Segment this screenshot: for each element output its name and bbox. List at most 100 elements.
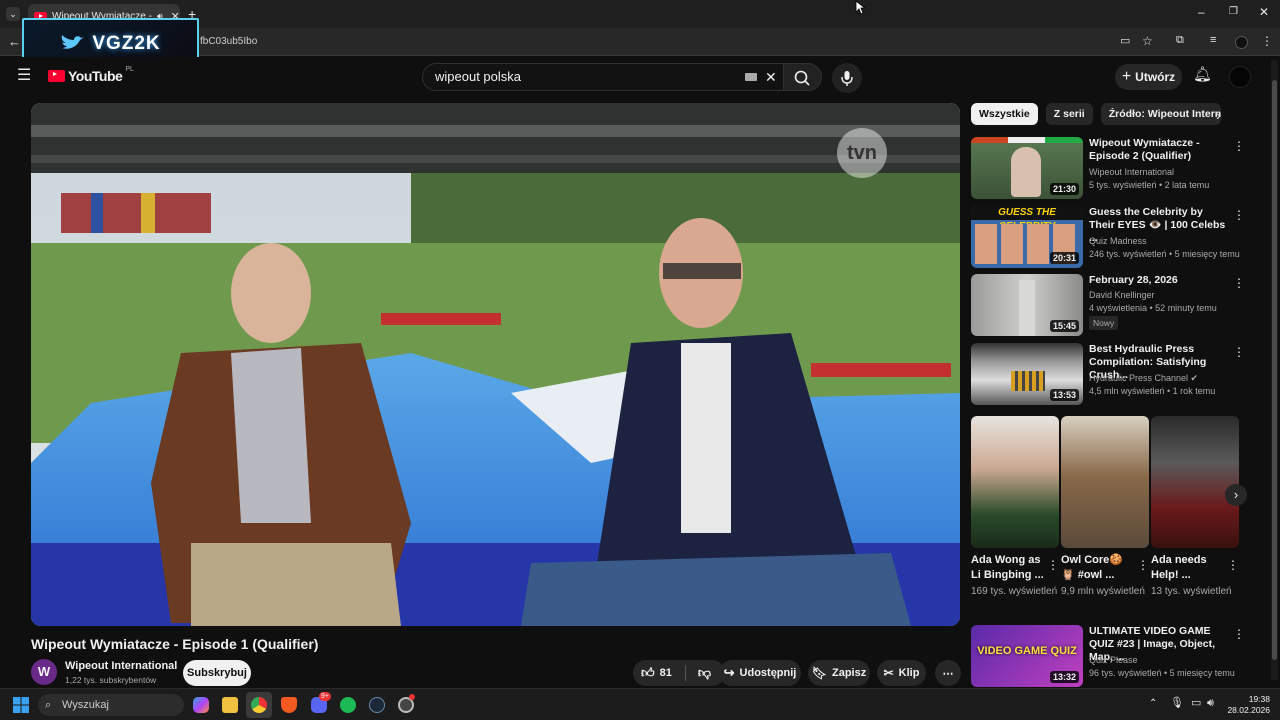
- steam-icon[interactable]: [369, 697, 385, 713]
- channel-name[interactable]: Wipeout International: [65, 660, 177, 672]
- account-avatar[interactable]: [1229, 66, 1251, 88]
- video-thumbnail[interactable]: 15:45: [971, 274, 1083, 336]
- url-text[interactable]: fbC03ub5Ibo: [200, 36, 257, 47]
- search-button[interactable]: [784, 63, 822, 91]
- youtube-logo-icon: [48, 70, 65, 82]
- more-options-icon[interactable]: ⋮: [1227, 558, 1239, 572]
- tab-search-icon[interactable]: ⌄: [6, 7, 20, 21]
- share-icon: ↪: [723, 665, 735, 680]
- save-button[interactable]: 🔖︎ Zapisz: [808, 660, 870, 686]
- channel-name[interactable]: Quiz Please: [1089, 655, 1138, 665]
- short-thumbnail[interactable]: [1061, 416, 1149, 548]
- short-item[interactable]: Ada needs Help! ... 13 tys. wyświetleń ⋮: [1151, 416, 1239, 599]
- short-title[interactable]: Owl Core🍪 🦉 #owl ...: [1061, 553, 1135, 583]
- recommendation-item[interactable]: GUESS THE CELEBRITY 20:31 Guess the Cele…: [971, 206, 1261, 268]
- video-player[interactable]: tvn: [31, 103, 960, 626]
- video-meta: 4,5 mln wyświetleń • 1 rok temu: [1089, 386, 1216, 396]
- shorts-next-icon[interactable]: ›: [1225, 484, 1247, 506]
- tray-overflow-icon[interactable]: ⌃: [1149, 699, 1157, 709]
- clock-time: 19:38: [1248, 694, 1270, 704]
- recording-indicator: [409, 694, 415, 700]
- video-thumbnail[interactable]: 21:30: [971, 137, 1083, 199]
- like-icon[interactable]: 👍︎: [641, 665, 655, 681]
- more-options-icon[interactable]: ⋮: [1233, 276, 1245, 290]
- brave-icon[interactable]: [281, 697, 297, 713]
- more-options-icon[interactable]: ⋮: [1047, 558, 1059, 572]
- more-options-icon[interactable]: ⋮: [1233, 627, 1245, 641]
- video-thumbnail[interactable]: VIDEO GAME QUIZ 13:32: [971, 625, 1083, 687]
- bookmark-star-icon[interactable]: ☆: [1142, 35, 1153, 47]
- more-options-icon[interactable]: ⋮: [1233, 139, 1245, 153]
- search-input[interactable]: wipeout polska ✕: [422, 63, 784, 91]
- discord-icon[interactable]: 9+: [311, 692, 331, 713]
- chip-from-series[interactable]: Z serii: [1045, 103, 1093, 125]
- clear-search-icon[interactable]: ✕: [765, 64, 777, 90]
- spotify-icon[interactable]: [340, 697, 356, 713]
- subscribe-button[interactable]: Subskrybuj: [183, 660, 251, 686]
- extensions-icon[interactable]: ⧉: [1176, 35, 1184, 46]
- reading-list-icon[interactable]: ≡: [1210, 35, 1216, 46]
- create-button[interactable]: + Utwórz: [1115, 64, 1182, 90]
- obs-icon[interactable]: [398, 694, 415, 713]
- windows-start-icon[interactable]: [13, 697, 29, 713]
- page-scrollbar-track[interactable]: [1271, 60, 1278, 680]
- more-options-icon[interactable]: ⋮: [1137, 558, 1149, 572]
- channel-avatar[interactable]: W: [31, 659, 57, 685]
- short-item[interactable]: Owl Core🍪 🦉 #owl ... 9,9 mln wyświetleń …: [1061, 416, 1149, 599]
- dislike-icon[interactable]: 👎︎: [698, 665, 711, 681]
- chip-all[interactable]: Wszystkie: [971, 103, 1038, 125]
- chip-from-source[interactable]: Źródło: Wipeout Internation: [1100, 103, 1221, 125]
- short-title[interactable]: Ada Wong as Li Bingbing ...: [971, 553, 1045, 583]
- profile-avatar[interactable]: [1235, 36, 1248, 49]
- video-title: Wipeout Wymiatacze - Episode 1 (Qualifie…: [31, 636, 319, 652]
- restore-icon[interactable]: ❐: [1229, 7, 1238, 17]
- recommendation-item[interactable]: 21:30 Wipeout Wymiatacze - Episode 2 (Qu…: [971, 137, 1261, 199]
- more-options-icon[interactable]: ⋮: [1233, 345, 1245, 359]
- file-explorer-icon[interactable]: [222, 697, 238, 713]
- youtube-logo[interactable]: YouTube PL: [48, 66, 134, 84]
- short-thumbnail[interactable]: [1151, 416, 1239, 548]
- guide-menu-icon[interactable]: ☰: [17, 68, 31, 84]
- cast-icon[interactable]: ▭: [1120, 36, 1130, 47]
- back-icon[interactable]: ←: [8, 35, 21, 48]
- chips-next-icon[interactable]: ›: [1216, 108, 1221, 122]
- video-thumbnail[interactable]: GUESS THE CELEBRITY 20:31: [971, 206, 1083, 268]
- more-options-icon[interactable]: ⋮: [1233, 208, 1245, 222]
- channel-name[interactable]: Quiz Madness: [1089, 236, 1147, 246]
- like-count[interactable]: 81: [660, 667, 672, 679]
- voice-search-button[interactable]: [832, 63, 862, 93]
- tray-volume-icon[interactable]: 🔊︎: [1207, 698, 1214, 709]
- channel-name[interactable]: Hydraulic Press Channel ✔: [1089, 373, 1198, 384]
- chrome-icon[interactable]: [251, 697, 267, 713]
- share-button[interactable]: ↪ Udostępnij: [719, 660, 801, 686]
- copilot-icon[interactable]: [193, 697, 209, 713]
- tray-display-icon[interactable]: ▭: [1191, 698, 1201, 709]
- browser-menu-icon[interactable]: ⋮: [1261, 35, 1273, 47]
- close-window-icon[interactable]: ✕: [1259, 6, 1269, 18]
- video-meta: 4 wyświetlenia • 52 minuty temu: [1089, 303, 1217, 313]
- more-actions-button[interactable]: ⋯: [935, 660, 961, 686]
- video-duration: 15:45: [1049, 320, 1079, 332]
- short-thumbnail[interactable]: [971, 416, 1059, 548]
- notifications-bell-icon[interactable]: 🔔︎: [1193, 67, 1212, 82]
- short-title[interactable]: Ada needs Help! ...: [1151, 553, 1225, 583]
- minimize-icon[interactable]: –: [1198, 6, 1205, 18]
- channel-name[interactable]: Wipeout International: [1089, 167, 1174, 177]
- recommendation-item[interactable]: 15:45 February 28, 2026 David Knellinger…: [971, 274, 1261, 336]
- video-thumbnail[interactable]: 13:53: [971, 343, 1083, 405]
- video-title[interactable]: Wipeout Wymiatacze - Episode 2 (Qualifie…: [1089, 137, 1229, 163]
- short-item[interactable]: Ada Wong as Li Bingbing ... 169 tys. wyś…: [971, 416, 1059, 599]
- page-scrollbar-thumb[interactable]: [1272, 80, 1277, 660]
- clip-button[interactable]: ✂ Klip: [877, 660, 926, 686]
- like-dislike-group: 👍︎ 81 👎︎: [633, 660, 725, 686]
- clock-date: 28.02.2026: [1227, 705, 1270, 715]
- recommendation-item[interactable]: VIDEO GAME QUIZ 13:32 ULTIMATE VIDEO GAM…: [971, 625, 1261, 687]
- taskbar-clock[interactable]: 19:38 28.02.2026: [1226, 694, 1270, 716]
- keyboard-icon[interactable]: [745, 73, 757, 81]
- tray-mic-icon[interactable]: 🎙︎: [1170, 698, 1184, 709]
- taskbar-search[interactable]: ⌕ Wyszukaj: [38, 694, 184, 716]
- recommendation-item[interactable]: 13:53 Best Hydraulic Press Compilation: …: [971, 343, 1261, 405]
- video-title[interactable]: February 28, 2026: [1089, 274, 1229, 287]
- channel-name[interactable]: David Knellinger: [1089, 290, 1155, 300]
- related-filter-chips: Wszystkie Z serii Źródło: Wipeout Intern…: [971, 103, 1221, 125]
